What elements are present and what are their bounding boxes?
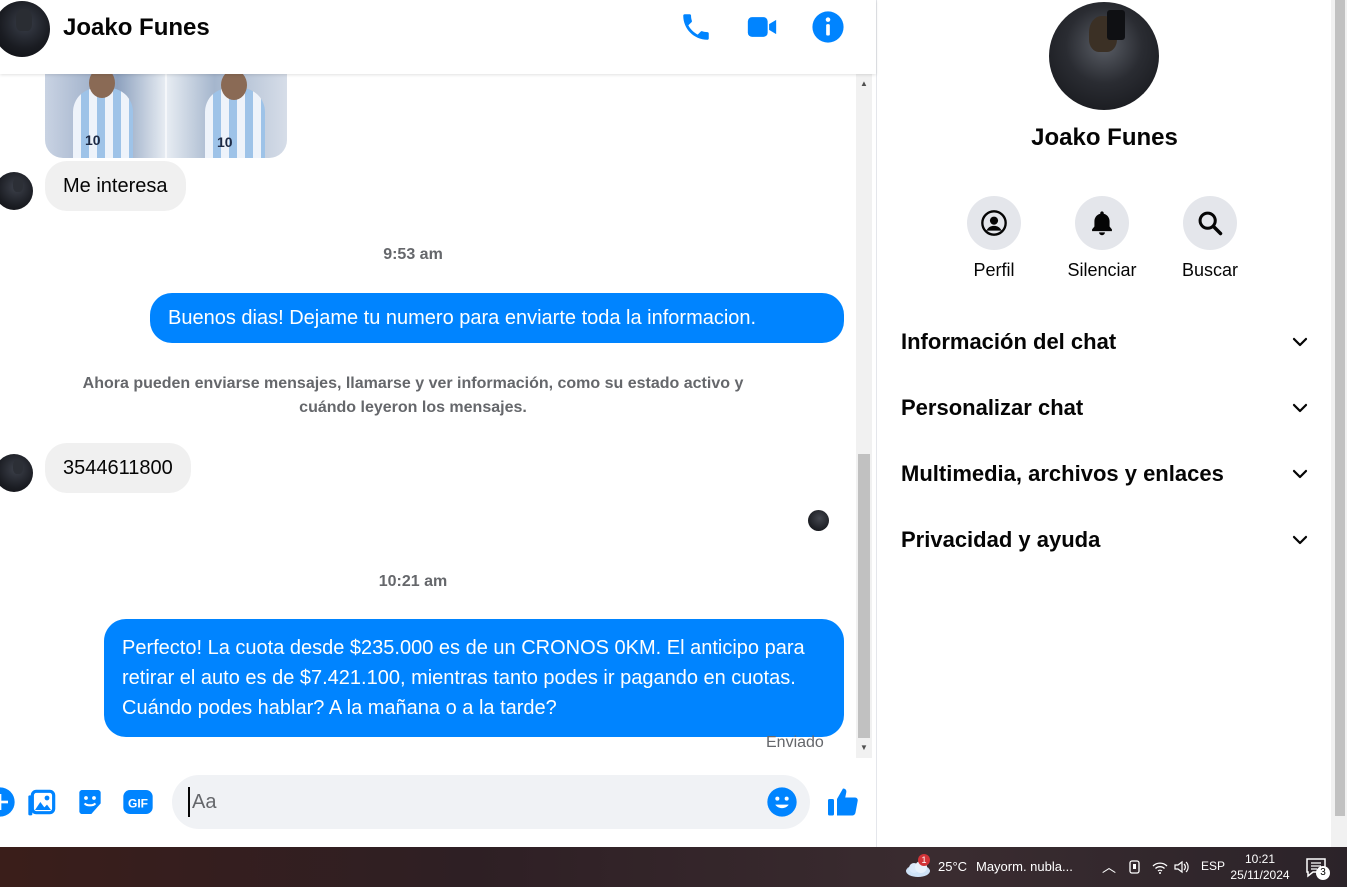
message-input-container [172,775,810,829]
smiley-icon [767,787,797,817]
mute-action-label: Silenciar [1067,260,1137,280]
clock-time: 10:21 [1244,852,1276,866]
incoming-message[interactable]: Me interesa [45,161,186,211]
chevron-down-icon [1292,469,1308,479]
messenger-window: Joako Funes 10 10 Me interesa 9:53 am Bu… [0,0,1347,847]
phone-icon [683,14,709,40]
more-actions-button[interactable] [0,786,16,818]
weather-alert-badge: 1 [918,854,930,866]
page-scroll-thumb[interactable] [1335,0,1345,816]
call-button[interactable] [679,10,713,44]
messages-scrollbar[interactable]: ▲ ▼ [856,74,872,758]
chat-details-panel: Joako Funes Perfil Silenciar Buscar Info… [876,0,1331,847]
page-scrollbar[interactable] [1331,0,1347,847]
incoming-message[interactable]: 3544611800 [45,443,191,493]
video-call-button[interactable] [745,10,779,44]
profile-action-label: Perfil [973,260,1015,280]
panel-contact-name: Joako Funes [1031,124,1178,151]
info-icon [812,11,844,43]
shared-image[interactable]: 10 10 [45,74,287,158]
chevron-down-icon [1292,337,1308,347]
video-camera-icon [747,17,777,37]
gif-icon: GIF [123,790,153,814]
clock[interactable]: 10:21 25/11/2024 [1230,851,1290,883]
sticker-button[interactable] [74,786,106,818]
profile-action-button[interactable] [967,196,1021,250]
outgoing-message[interactable]: Perfecto! La cuota desde $235.000 es de … [104,619,844,737]
section-label: Multimedia, archivos y enlaces [901,461,1224,486]
outgoing-message[interactable]: Buenos dias! Dejame tu numero para envia… [150,293,844,343]
emoji-button[interactable] [766,786,798,818]
section-privacy-help[interactable]: Privacidad y ayuda [901,519,1309,559]
scroll-thumb[interactable] [858,454,870,738]
image-jersey-number: 10 [85,132,101,148]
message-input[interactable] [188,787,758,817]
system-note: Ahora pueden enviarse mensajes, llamarse… [82,375,744,416]
chevron-down-icon [1292,403,1308,413]
contact-avatar[interactable] [0,1,50,57]
search-icon [1198,211,1223,236]
svg-text:GIF: GIF [128,796,148,810]
sender-avatar[interactable] [0,172,33,210]
input-language[interactable]: ESP [1201,859,1225,873]
taskbar: 1 25°C Mayorm. nubla... ︿ ESP 10:21 25/1… [0,847,1347,887]
sender-avatar[interactable] [0,454,33,492]
sticker-icon [79,790,101,814]
section-chat-info[interactable]: Información del chat [901,321,1309,361]
attach-image-button[interactable] [27,786,59,818]
mute-action[interactable]: Silenciar [1057,196,1147,281]
gif-button[interactable]: GIF [122,786,154,818]
wifi-icon[interactable] [1151,858,1169,876]
panel-avatar[interactable] [1049,2,1159,110]
meet-icon[interactable] [1126,858,1144,876]
section-label: Privacidad y ayuda [901,527,1101,552]
image-jersey-number: 10 [217,134,233,150]
composer: GIF [0,758,876,847]
section-label: Información del chat [901,329,1117,354]
section-media-files-links[interactable]: Multimedia, archivos y enlaces [901,453,1309,493]
scroll-down-arrow[interactable]: ▼ [856,740,872,756]
show-hidden-icons-chevron-icon[interactable]: ︿ [1102,857,1116,877]
image-figure [73,88,133,158]
chat-column: Joako Funes 10 10 Me interesa 9:53 am Bu… [0,0,876,847]
chevron-down-icon [1292,535,1308,545]
timestamp: 10:21 am [378,573,448,590]
chat-header: Joako Funes [0,0,876,74]
like-button[interactable] [825,784,861,820]
message-list[interactable]: 10 10 Me interesa 9:53 am Buenos dias! D… [0,74,856,758]
weather-description[interactable]: Mayorm. nubla... [976,859,1073,874]
info-button[interactable] [811,10,845,44]
section-label: Personalizar chat [901,395,1084,420]
seen-indicator-avatar [808,510,829,531]
timestamp: 9:53 am [383,246,443,263]
image-icon [28,789,56,816]
contact-name[interactable]: Joako Funes [63,14,210,42]
weather-temperature[interactable]: 25°C [938,859,967,874]
message-status: Enviado [766,734,824,751]
profile-icon [981,210,1007,236]
clock-date: 25/11/2024 [1230,868,1290,882]
plus-circle-icon [0,787,15,817]
search-action[interactable]: Buscar [1165,196,1255,281]
bell-icon [1092,211,1112,236]
profile-action[interactable]: Perfil [949,196,1039,281]
section-customize-chat[interactable]: Personalizar chat [901,387,1309,427]
search-action-button[interactable] [1183,196,1237,250]
scroll-up-arrow[interactable]: ▲ [856,76,872,92]
thumbs-up-icon [828,788,858,816]
notification-count-badge: 3 [1316,866,1330,880]
search-action-label: Buscar [1181,260,1239,280]
volume-icon[interactable] [1173,858,1191,876]
mute-action-button[interactable] [1075,196,1129,250]
